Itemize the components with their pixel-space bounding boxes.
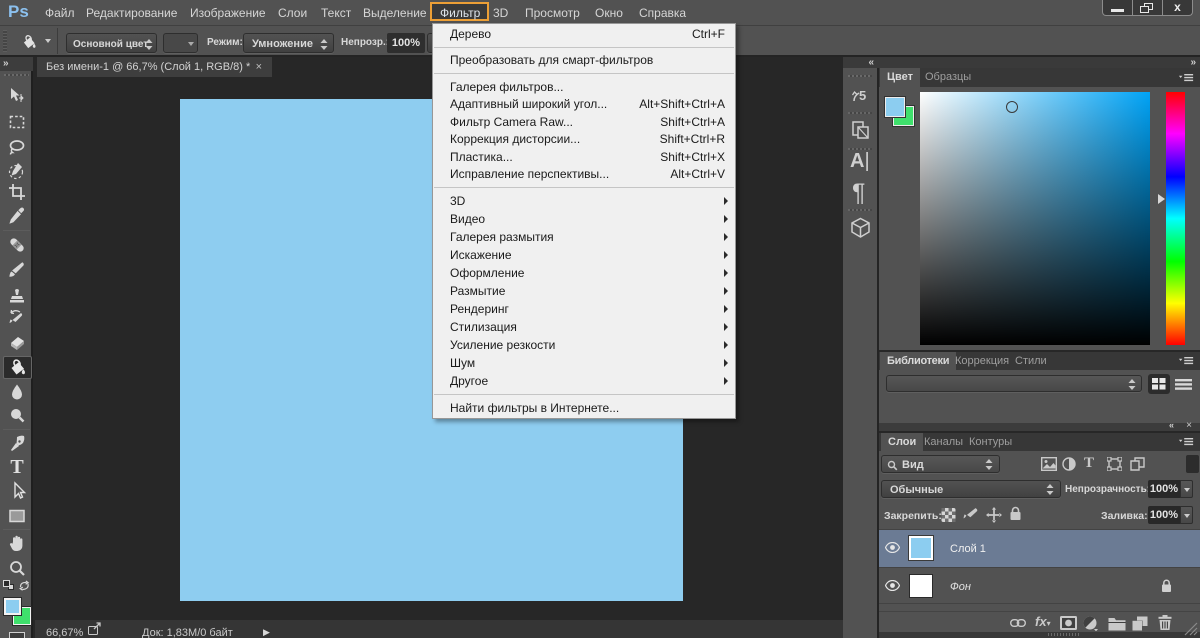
svg-text:5: 5 <box>859 88 866 103</box>
